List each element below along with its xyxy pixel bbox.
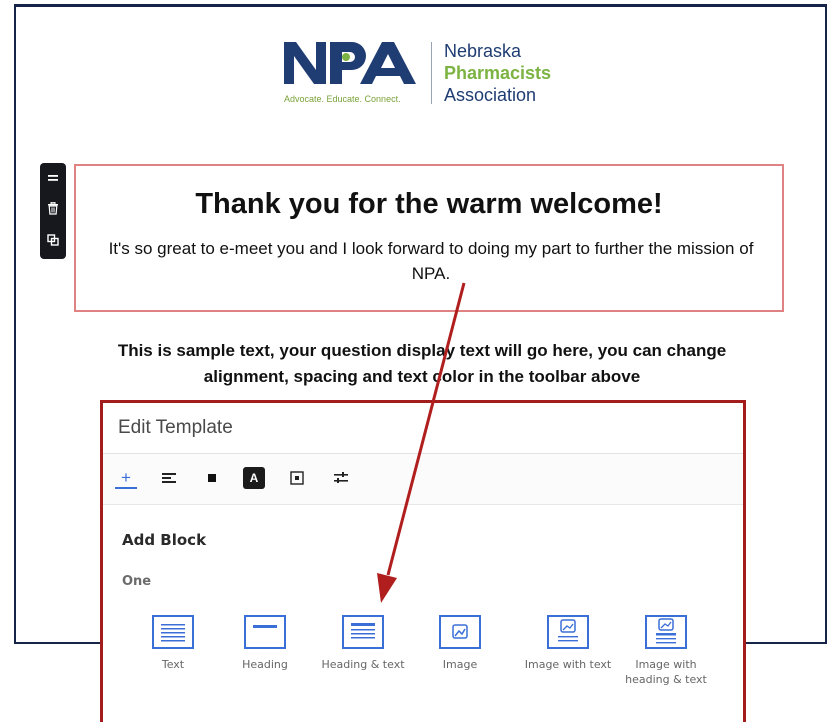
tab-add-block[interactable]: +: [115, 467, 137, 489]
npa-logo[interactable]: Advocate. Educate. Connect. Nebraska Pha…: [284, 40, 584, 110]
tab-padding[interactable]: [286, 467, 308, 489]
body-text[interactable]: It's so great to e-meet you and I look f…: [106, 236, 756, 286]
heading-block-icon: [244, 615, 286, 649]
block-option-image[interactable]: Image: [415, 615, 505, 672]
plus-icon: +: [121, 468, 131, 487]
block-option-label: Text: [161, 658, 185, 671]
block-option-image-text[interactable]: Image with text: [523, 615, 613, 672]
block-option-label: Image with heading & text: [625, 658, 707, 686]
panel-title: Edit Template: [118, 417, 233, 438]
tab-text-color[interactable]: A: [243, 467, 265, 489]
heading-text-block-icon: [342, 615, 384, 649]
padding-icon: [290, 471, 304, 485]
sample-question-text[interactable]: This is sample text, your question displ…: [102, 338, 742, 390]
logo-divider: [431, 42, 432, 104]
block-option-label: Image with text: [524, 658, 612, 671]
tab-settings[interactable]: [330, 467, 352, 489]
image-block-icon: [439, 615, 481, 649]
trash-icon[interactable]: [40, 198, 66, 224]
text-color-icon: A: [249, 471, 259, 485]
duplicate-icon[interactable]: [40, 229, 66, 255]
tab-align[interactable]: [158, 467, 180, 489]
block-group-label: One: [122, 574, 152, 589]
headline[interactable]: Thank you for the warm welcome!: [76, 188, 782, 221]
block-option-label: Heading: [242, 658, 288, 671]
logo-name-line2: Pharmacists: [444, 63, 552, 83]
add-block-heading: Add Block: [122, 531, 207, 549]
drag-handle-icon[interactable]: [40, 167, 66, 193]
selected-text-block[interactable]: Thank you for the warm welcome! It's so …: [74, 164, 784, 312]
divider: [103, 504, 743, 505]
square-fill-icon: [208, 474, 216, 482]
logo-tagline: Advocate. Educate. Connect.: [284, 94, 401, 104]
template-toolbar: + A: [103, 454, 743, 504]
text-block-icon: [152, 615, 194, 649]
block-option-label: Heading & text: [321, 658, 405, 671]
sliders-icon: [334, 472, 348, 483]
image-text-block-icon: [547, 615, 589, 649]
npa-logo-mark: [284, 42, 416, 84]
logo-name-line1: Nebraska: [444, 41, 522, 61]
block-option-heading[interactable]: Heading: [220, 615, 310, 672]
tab-background[interactable]: [201, 467, 223, 489]
logo-organization-name: Nebraska Pharmacists Association: [444, 40, 551, 106]
image-heading-text-block-icon: [645, 615, 687, 649]
block-option-label: Image: [442, 658, 478, 671]
align-left-icon: [162, 473, 176, 483]
logo-name-line3: Association: [444, 85, 537, 105]
block-option-image-heading-text[interactable]: Image with heading & text: [621, 615, 711, 687]
edit-template-panel: Edit Template + A Add Block One Text Hea…: [100, 400, 746, 722]
block-option-text[interactable]: Text: [128, 615, 218, 672]
block-toolbar: [40, 163, 66, 259]
block-option-heading-text[interactable]: Heading & text: [318, 615, 408, 672]
